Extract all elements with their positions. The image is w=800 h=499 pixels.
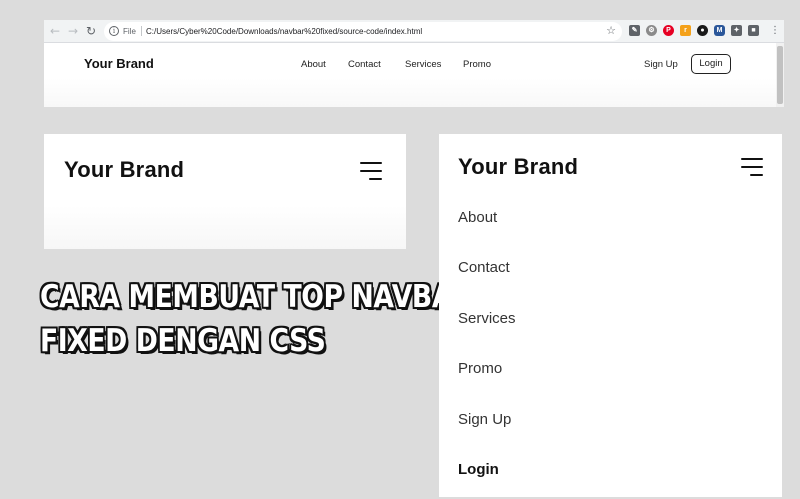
hamburger-menu-icon[interactable] bbox=[741, 158, 763, 176]
back-arrow-icon[interactable]: ← bbox=[48, 24, 62, 38]
extension-pinterest-icon[interactable]: P bbox=[663, 25, 674, 36]
headline-line-2: FIXED DENGAN CSS bbox=[40, 323, 326, 359]
nav-link-promo[interactable]: Promo bbox=[463, 58, 491, 71]
signup-link[interactable]: Sign Up bbox=[644, 58, 678, 71]
forward-arrow-icon[interactable]: → bbox=[66, 24, 80, 38]
url-text[interactable]: C:/Users/Cyber%20Code/Downloads/navbar%2… bbox=[146, 25, 422, 38]
reload-icon[interactable]: ↻ bbox=[84, 24, 98, 38]
article-headline: CARA MEMBUAT TOP NAVBAR FIXED DENGAN CSS bbox=[40, 275, 473, 363]
headline-line-1: CARA MEMBUAT TOP NAVBAR bbox=[40, 279, 473, 315]
menu-item-promo[interactable]: Promo bbox=[458, 359, 502, 379]
nav-link-contact[interactable]: Contact bbox=[348, 58, 381, 71]
extensions-puzzle-icon[interactable]: ✦ bbox=[731, 25, 742, 36]
protocol-label: File bbox=[123, 27, 136, 36]
mobile-navbar-expanded: Your Brand About Contact Services Promo … bbox=[439, 134, 782, 497]
brand-logo[interactable]: Your Brand bbox=[458, 154, 578, 180]
menu-item-contact[interactable]: Contact bbox=[458, 258, 510, 278]
nav-link-services[interactable]: Services bbox=[405, 58, 441, 71]
menu-item-services[interactable]: Services bbox=[458, 309, 516, 329]
menu-item-signup[interactable]: Sign Up bbox=[458, 410, 511, 430]
address-bar[interactable]: i File C:/Users/Cyber%20Code/Downloads/n… bbox=[104, 22, 622, 41]
menu-dots-icon[interactable]: ⋮ bbox=[770, 23, 780, 39]
extension-rss-icon[interactable]: r bbox=[680, 25, 691, 36]
menu-item-about[interactable]: About bbox=[458, 208, 497, 228]
nav-link-about[interactable]: About bbox=[301, 58, 326, 71]
hamburger-menu-icon[interactable] bbox=[360, 162, 382, 180]
extension-dark-icon[interactable]: ● bbox=[697, 25, 708, 36]
bookmark-star-icon[interactable]: ☆ bbox=[606, 24, 616, 38]
extension-mail-icon[interactable]: M bbox=[714, 25, 725, 36]
login-button[interactable]: Login bbox=[691, 54, 731, 74]
address-divider bbox=[141, 26, 142, 36]
extension-pen-icon[interactable]: ✎ bbox=[629, 25, 640, 36]
browser-window: ← → ↻ i File C:/Users/Cyber%20Code/Downl… bbox=[44, 20, 784, 107]
brand-logo[interactable]: Your Brand bbox=[84, 56, 154, 72]
extension-gear-icon[interactable]: ⚙ bbox=[646, 25, 657, 36]
menu-item-login[interactable]: Login bbox=[458, 460, 499, 480]
mobile-navbar-collapsed: Your Brand bbox=[44, 134, 406, 249]
profile-icon[interactable]: ■ bbox=[748, 25, 759, 36]
site-navbar: Your Brand About Contact Services Promo … bbox=[44, 43, 776, 107]
brand-logo[interactable]: Your Brand bbox=[64, 157, 184, 183]
scrollbar-thumb[interactable] bbox=[777, 46, 783, 104]
browser-toolbar: ← → ↻ i File C:/Users/Cyber%20Code/Downl… bbox=[44, 20, 784, 43]
info-icon[interactable]: i bbox=[109, 26, 119, 36]
